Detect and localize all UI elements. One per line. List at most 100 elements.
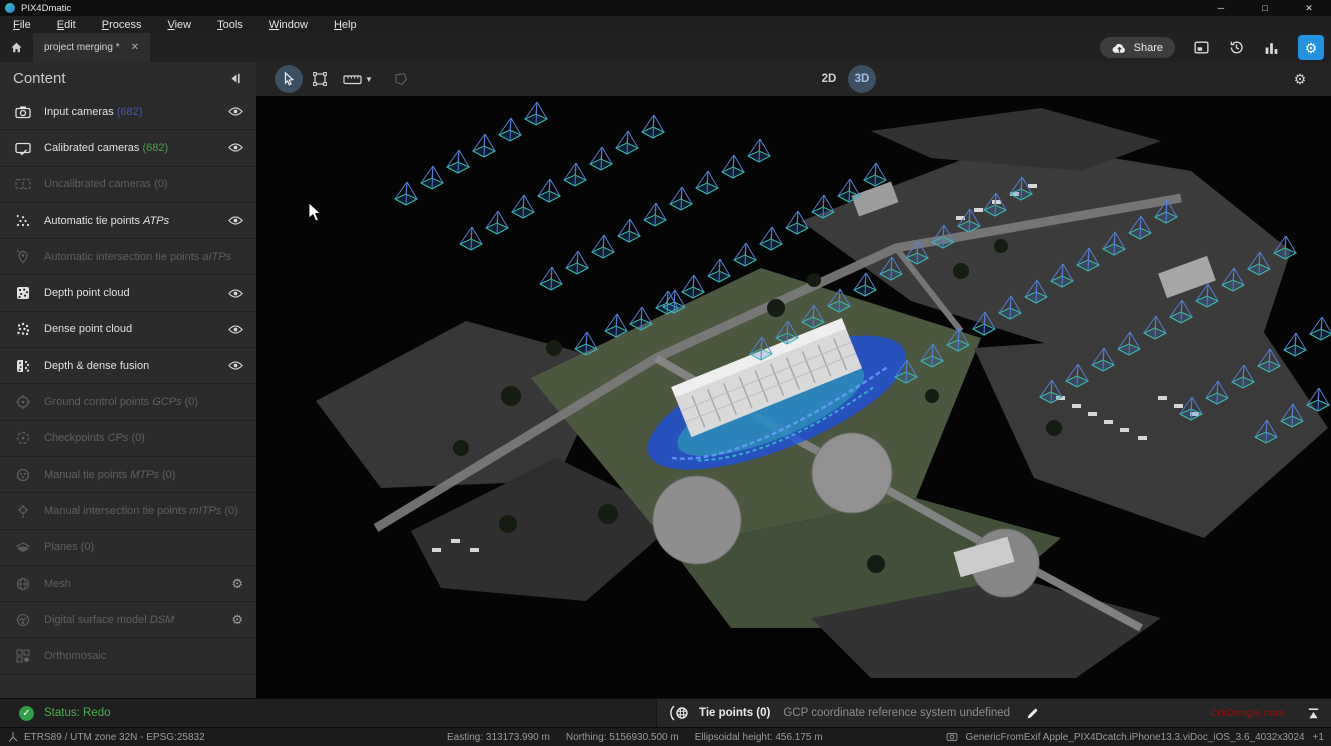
visibility-eye-icon[interactable] [228, 106, 243, 117]
visibility-eye-icon[interactable] [228, 324, 243, 335]
processing-settings-button[interactable]: ⚙ [1298, 35, 1324, 60]
tab-label: project merging * [44, 42, 120, 53]
sidebar-item-label: Mesh [44, 578, 71, 590]
crs-label: ETRS89 / UTM zone 32N - EPSG:25832 [24, 732, 205, 743]
sidebar-item-digital-surface-model[interactable]: Digital surface model DSM ⚙ [0, 602, 256, 638]
app-title: PIX4Dmatic [21, 3, 71, 14]
camera-calibrated-icon [15, 140, 31, 156]
chevron-down-icon: ▼ [365, 75, 373, 84]
sidebar-item-depth-point-cloud[interactable]: Depth point cloud [0, 275, 256, 311]
auto-tie-points-icon [15, 213, 31, 229]
visibility-eye-icon[interactable] [228, 215, 243, 226]
minimize-button[interactable]: ─ [1199, 0, 1243, 16]
menu-window[interactable]: Window [256, 19, 321, 31]
topbar-actions: Share ⚙ [1100, 33, 1324, 62]
tie-points-bar: Tie points (0) GCP coordinate reference … [656, 698, 1331, 727]
sidebar-item-calibrated-cameras[interactable]: Calibrated cameras (682) [0, 130, 256, 166]
3d-viewport[interactable] [256, 96, 1331, 698]
menu-process[interactable]: Process [89, 19, 155, 31]
visibility-eye-icon[interactable] [228, 288, 243, 299]
processing-settings-gear-icon: ⚙ [1305, 41, 1318, 55]
sidebar-item-uncalibrated-cameras[interactable]: Uncalibrated cameras (0) [0, 167, 256, 203]
app-logo-icon [5, 3, 15, 13]
polygon-tool[interactable] [387, 65, 415, 93]
tie-points-label: Tie points (0) [699, 707, 770, 719]
exif-extra-count: +1 [1313, 732, 1324, 743]
crs-group: ETRS89 / UTM zone 32N - EPSG:25832 [7, 731, 205, 743]
viewport-settings-gear-icon[interactable]: ⚙ [1286, 65, 1314, 93]
view-toggle-3d[interactable]: 3D [848, 65, 876, 93]
content-layer-list: Input cameras (682) Calibrated cameras (6… [0, 94, 256, 675]
sidebar-item-automatic-intersection-tie-points[interactable]: Automatic intersection tie points aITPs [0, 239, 256, 275]
depth-point-cloud-icon [15, 285, 31, 301]
menu-file[interactable]: File [0, 19, 44, 31]
sidebar-item-label: Depth point cloud [44, 287, 130, 299]
history-icon[interactable] [1228, 39, 1245, 56]
content-panel: Content Input cameras (682) Calibrated ca… [0, 62, 256, 698]
mesh-icon [15, 576, 31, 592]
tab-bar: project merging * ✕ Share ⚙ [0, 33, 1331, 62]
sidebar-item-label: Orthomosaic [44, 650, 106, 662]
sidebar-item-label: Automatic tie points ATPs [44, 215, 169, 227]
sidebar-item-label: Uncalibrated cameras (0) [44, 178, 168, 190]
view-toggle-2d[interactable]: 2D [815, 65, 843, 93]
manual-intersection-tie-points-icon [15, 503, 31, 519]
sidebar-item-label: Manual tie points MTPs (0) [44, 469, 175, 481]
depth-dense-fusion-icon [15, 358, 31, 374]
sidebar-item-label: Calibrated cameras (682) [44, 142, 168, 154]
marquee-select-tool[interactable] [306, 65, 334, 93]
menu-view[interactable]: View [154, 19, 204, 31]
share-label: Share [1134, 42, 1163, 54]
sidebar-item-manual-tie-points[interactable]: Manual tie points MTPs (0) [0, 457, 256, 493]
analytics-icon[interactable] [1263, 39, 1280, 56]
menu-tools[interactable]: Tools [204, 19, 256, 31]
sidebar-item-label: Checkpoints CPs (0) [44, 432, 145, 444]
maximize-button[interactable]: □ [1243, 0, 1287, 16]
exif-group: GenericFromExif Apple_PIX4Dcatch.iPhone1… [946, 731, 1325, 743]
sidebar-item-input-cameras[interactable]: Input cameras (682) [0, 94, 256, 130]
sidebar-item-ground-control-points[interactable]: Ground control points GCPs (0) [0, 384, 256, 420]
settings-gear-icon[interactable]: ⚙ [231, 577, 243, 590]
sidebar-item-mesh[interactable]: Mesh ⚙ [0, 566, 256, 602]
sidebar-item-depth-dense-fusion[interactable]: Depth & dense fusion [0, 348, 256, 384]
expand-panel-icon[interactable] [1306, 706, 1321, 721]
planes-icon [15, 539, 31, 555]
3d-viewport-canvas[interactable] [256, 96, 1331, 698]
share-button[interactable]: Share [1100, 37, 1175, 58]
visibility-eye-icon[interactable] [228, 360, 243, 371]
viewport-toolbar: ▼ 2D 3D ⚙ [256, 62, 1331, 96]
easting-value: Easting: 313173.990 m [447, 732, 550, 743]
select-cursor-tool[interactable] [275, 65, 303, 93]
sidebar-item-checkpoints[interactable]: Checkpoints CPs (0) [0, 421, 256, 457]
home-icon[interactable] [10, 41, 23, 54]
sidebar-item-label: Depth & dense fusion [44, 360, 149, 372]
dsm-icon [15, 612, 31, 628]
tie-points-icon [669, 705, 690, 721]
measure-tool[interactable]: ▼ [337, 65, 379, 93]
collapse-panel-icon[interactable] [228, 71, 243, 86]
sidebar-item-orthomosaic[interactable]: Orthomosaic [0, 638, 256, 674]
edit-pencil-icon[interactable] [1026, 707, 1039, 720]
orthomosaic-icon [15, 648, 31, 664]
sidebar-item-label: Planes (0) [44, 541, 94, 553]
visibility-eye-icon[interactable] [228, 142, 243, 153]
cloud-upload-icon [1112, 42, 1127, 54]
ellipsoidal-height-value: Ellipsoidal height: 456.175 m [695, 732, 823, 743]
status-text: Status: Redo [44, 707, 110, 719]
sidebar-item-planes[interactable]: Planes (0) [0, 530, 256, 566]
sidebar-item-label: Dense point cloud [44, 323, 132, 335]
menu-edit[interactable]: Edit [44, 19, 89, 31]
status-bar: ✓ Status: Redo [0, 698, 656, 727]
settings-gear-icon[interactable]: ⚙ [231, 613, 243, 626]
sidebar-item-manual-intersection-tie-points[interactable]: Manual intersection tie points mITPs (0) [0, 493, 256, 529]
menu-help[interactable]: Help [321, 19, 370, 31]
camera-uncalibrated-icon [15, 176, 31, 192]
content-panel-title: Content [13, 70, 66, 87]
sidebar-item-automatic-tie-points[interactable]: Automatic tie points ATPs [0, 203, 256, 239]
mouse-cursor-icon [308, 202, 323, 223]
tab-project-merging[interactable]: project merging * ✕ [33, 33, 150, 62]
export-image-icon[interactable] [1193, 39, 1210, 56]
close-icon[interactable]: ✕ [131, 42, 139, 53]
close-button[interactable]: ✕ [1287, 0, 1331, 16]
sidebar-item-dense-point-cloud[interactable]: Dense point cloud [0, 312, 256, 348]
